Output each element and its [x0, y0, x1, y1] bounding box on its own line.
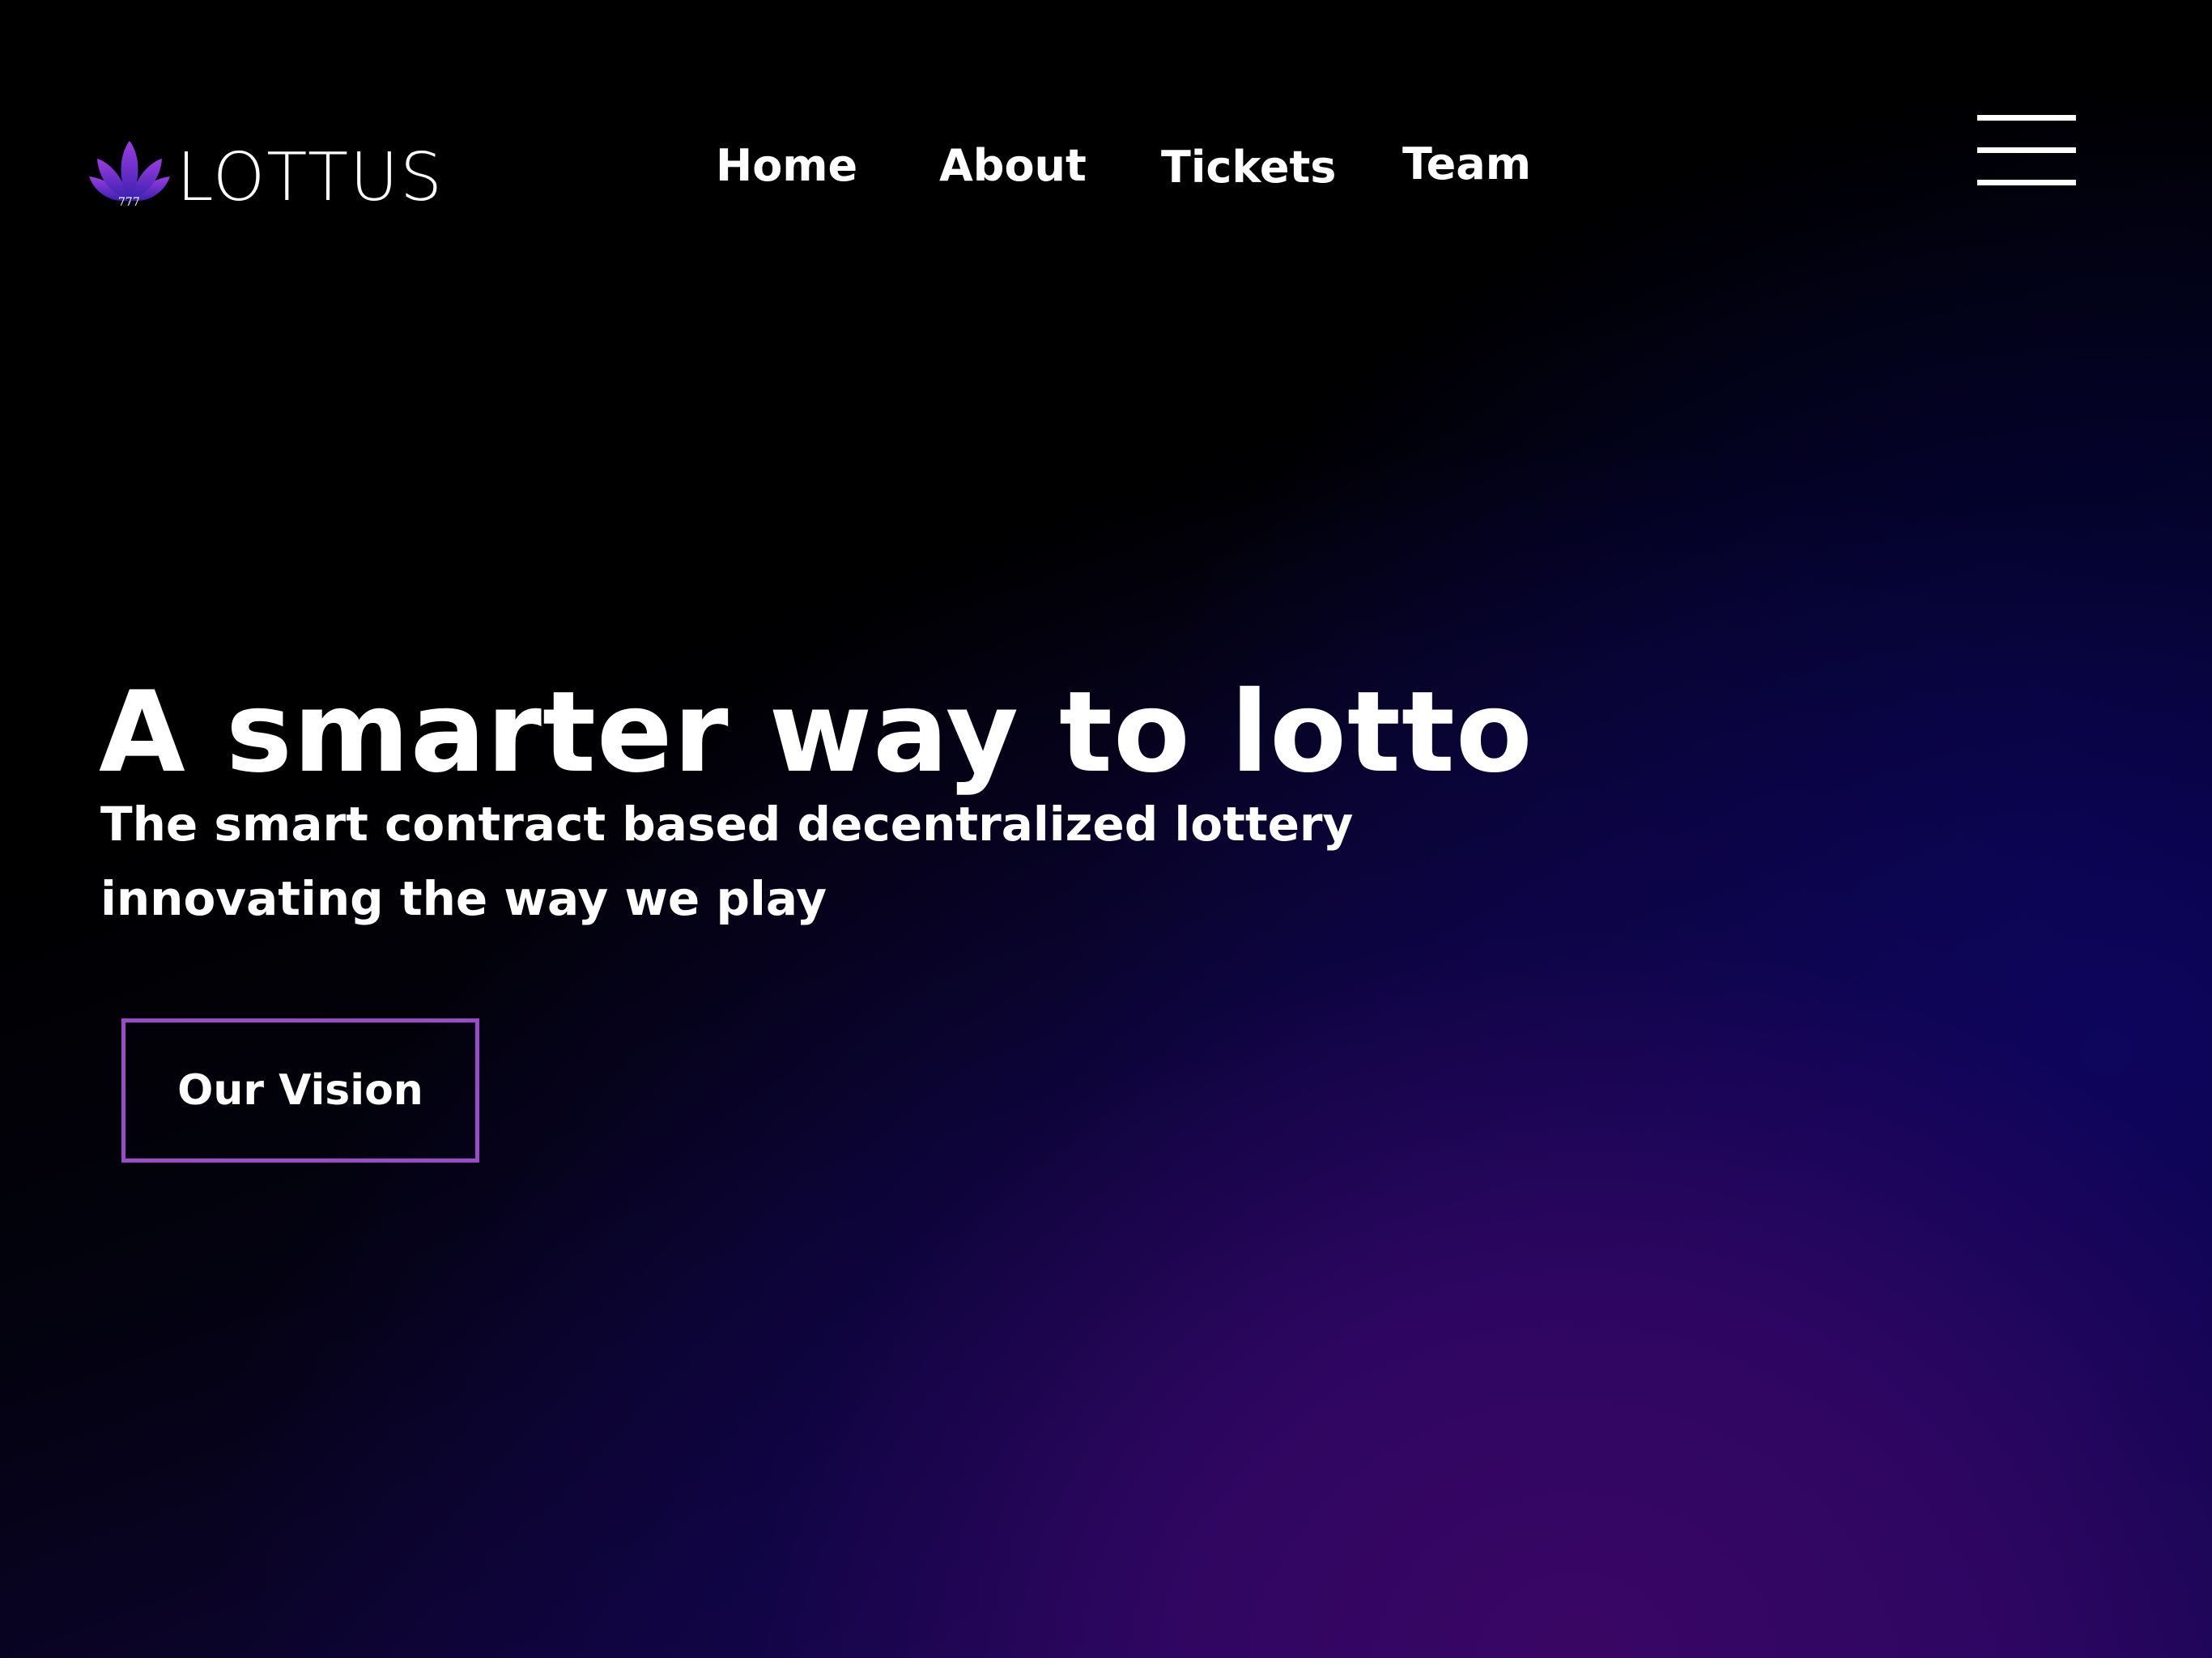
hero-title: A smarter way to lotto — [99, 667, 1534, 797]
our-vision-button[interactable]: Our Vision — [121, 1018, 479, 1163]
hamburger-line — [1977, 180, 2076, 185]
hero-subtitle: The smart contract based decentralized l… — [100, 797, 1354, 926]
hamburger-menu-icon[interactable] — [1977, 115, 2076, 185]
nav-link-tickets[interactable]: Tickets — [1161, 139, 1336, 196]
main-navigation: Home About Tickets Team — [0, 138, 2212, 194]
nav-link-home[interactable]: Home — [716, 138, 857, 194]
landing-page: 777 LOTTUS Home About Tickets Team A sma… — [0, 0, 2212, 1658]
nav-link-team[interactable]: Team — [1402, 136, 1531, 193]
nav-link-about[interactable]: About — [939, 138, 1087, 194]
logo-subtext: 777 — [118, 196, 140, 209]
hamburger-line — [1977, 147, 2076, 153]
hamburger-line — [1977, 115, 2076, 121]
